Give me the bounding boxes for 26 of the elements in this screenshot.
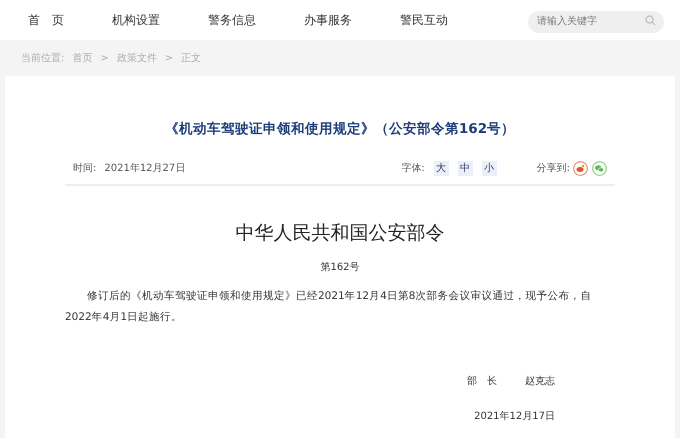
nav-tab[interactable]: 警务信息 xyxy=(208,12,256,28)
signer-name: 赵克志 xyxy=(525,374,555,388)
search-icon[interactable] xyxy=(645,14,656,26)
order-number: 第162号 xyxy=(319,261,361,274)
breadcrumb-separator: > xyxy=(100,52,109,64)
font-size-button[interactable]: 中 xyxy=(458,160,473,176)
signer-title: 部 长 xyxy=(467,374,497,388)
nav-tab[interactable]: 机构设置 xyxy=(112,12,160,28)
order-text: 修订后的《机动车驾驶证申领和使用规定》已经2021年12月4日第8次部务会议审议通过，现予公布，自2022年4月1日起施行。 xyxy=(65,289,592,325)
nav-tab[interactable]: 办事服务 xyxy=(304,12,352,28)
font-size-button[interactable]: 小 xyxy=(482,160,497,176)
search-field[interactable]: 请输入关键字 xyxy=(528,10,664,32)
breadcrumb-separator: > xyxy=(164,52,174,64)
order-heading: 中华人民共和国公安部令 xyxy=(234,221,446,246)
breadcrumb-label: 当前位置: xyxy=(21,52,64,65)
nav-tab[interactable]: 警民互动 xyxy=(400,12,448,28)
signing-date: 2021年12月17日 xyxy=(473,410,556,423)
share-label: 分享到: xyxy=(536,162,570,175)
article-title: 《机动车驾驶证申领和使用规定》（公安部令第162号） xyxy=(164,120,516,139)
time-label: 时间: xyxy=(73,162,96,175)
publish-date: 2021年12月27日 xyxy=(104,162,186,175)
weibo-share-icon[interactable] xyxy=(573,160,588,176)
font-size-label: 字体: xyxy=(401,162,425,175)
font-size-button[interactable]: 大 xyxy=(434,160,449,176)
wechat-share-icon[interactable] xyxy=(592,160,607,176)
nav-tab[interactable]: 首 页 xyxy=(28,12,64,28)
